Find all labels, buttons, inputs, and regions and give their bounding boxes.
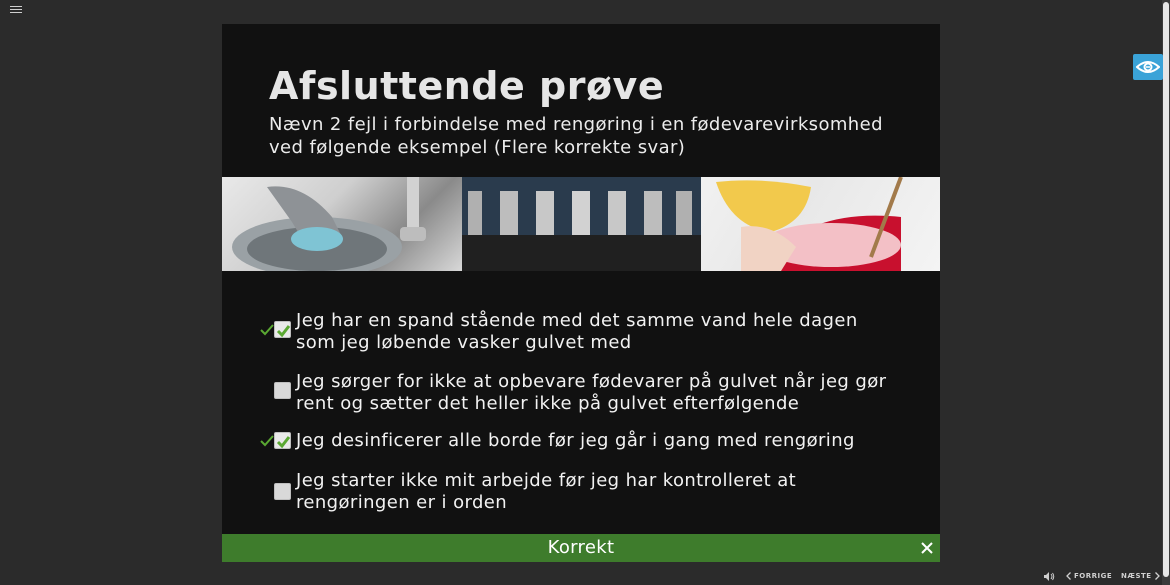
hamburger-icon — [10, 5, 22, 7]
previous-button[interactable]: FORRIGE — [1066, 572, 1112, 580]
answer-checkbox[interactable] — [274, 382, 291, 399]
eye-icon — [1136, 61, 1160, 73]
next-label: NÆSTE — [1121, 572, 1152, 580]
checkbox-check-icon — [276, 325, 291, 338]
menu-button[interactable] — [10, 4, 22, 14]
answer-label[interactable]: Jeg sørger for ikke at opbevare fødevare… — [296, 371, 896, 415]
answer-label[interactable]: Jeg starter ikke mit arbejde før jeg har… — [296, 470, 896, 514]
answer-checkbox[interactable] — [274, 483, 291, 500]
checkmark-icon — [260, 435, 274, 447]
result-text: Korrekt — [547, 537, 615, 558]
checkmark-icon — [260, 324, 274, 336]
chevron-left-icon — [1066, 572, 1071, 580]
result-banner: Korrekt — [222, 534, 940, 562]
accessibility-button[interactable] — [1133, 54, 1163, 80]
answer-label[interactable]: Jeg desinficerer alle borde før jeg går … — [296, 430, 896, 452]
close-icon[interactable] — [920, 541, 934, 555]
scrollbar[interactable] — [1162, 0, 1170, 585]
answer-checkbox[interactable] — [274, 432, 291, 449]
speaker-icon[interactable] — [1044, 572, 1055, 581]
answer-checkbox[interactable] — [274, 321, 291, 338]
next-button[interactable]: NÆSTE — [1121, 572, 1160, 580]
previous-label: FORRIGE — [1074, 572, 1113, 580]
slide: Afsluttende prøve Nævn 2 fejl i forbinde… — [222, 24, 940, 562]
answer-label[interactable]: Jeg har en spand stående med det samme v… — [296, 310, 896, 354]
checkbox-check-icon — [276, 436, 291, 449]
chevron-right-icon — [1154, 572, 1160, 580]
answer-options: Jeg har en spand stående med det samme v… — [222, 24, 940, 562]
scrollbar-thumb[interactable] — [1163, 2, 1169, 577]
